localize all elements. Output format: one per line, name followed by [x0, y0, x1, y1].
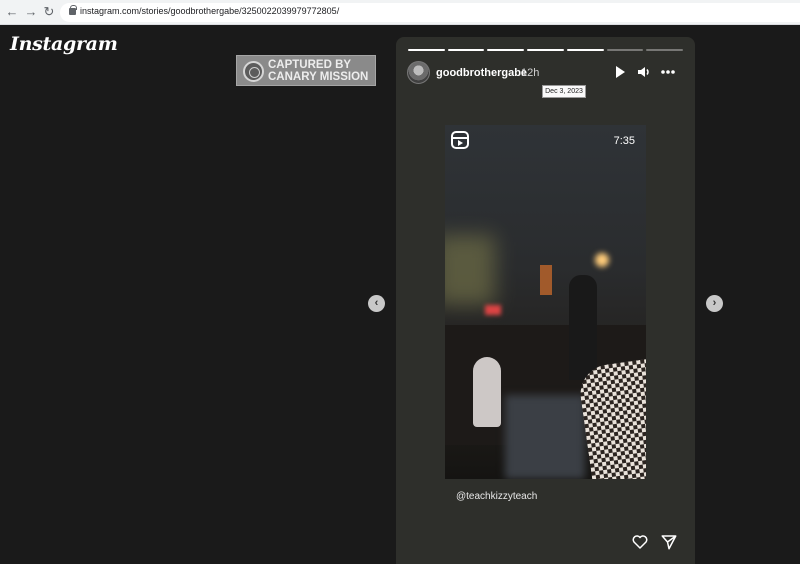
forward-icon[interactable]: → — [23, 4, 39, 20]
share-button[interactable] — [660, 533, 678, 551]
story-video[interactable]: 7:35 — [445, 125, 646, 479]
more-options-button[interactable] — [660, 64, 676, 80]
progress-segment — [487, 49, 525, 51]
video-person-white-coat — [473, 357, 501, 427]
progress-segment — [566, 49, 604, 51]
video-building-glow — [445, 235, 495, 305]
play-button[interactable] — [612, 64, 628, 80]
more-icon — [661, 70, 675, 74]
heart-icon — [632, 535, 648, 549]
watermark-text: CAPTURED BY CANARY MISSION — [268, 59, 376, 83]
video-flag — [540, 265, 552, 295]
send-icon — [661, 535, 677, 550]
date-tooltip: Dec 3, 2023 — [542, 85, 586, 98]
lock-icon[interactable] — [69, 5, 77, 15]
like-button[interactable] — [631, 533, 649, 551]
progress-segment — [447, 49, 485, 51]
video-road — [505, 395, 585, 479]
video-keffiyeh — [576, 358, 646, 479]
progress-segment — [646, 49, 684, 51]
avatar[interactable] — [407, 61, 430, 84]
reload-icon[interactable]: ↻ — [41, 4, 57, 20]
volume-icon — [638, 67, 649, 77]
reels-icon — [451, 131, 469, 149]
video-streetlight — [595, 253, 609, 267]
play-icon — [616, 66, 625, 78]
url-text[interactable]: instagram.com/stories/goodbrothergabe/32… — [80, 6, 339, 16]
seal-icon — [243, 61, 264, 82]
previous-story-button[interactable]: ‹ — [368, 295, 385, 312]
back-icon[interactable]: ← — [4, 4, 20, 20]
video-duration: 7:35 — [613, 135, 635, 147]
story-time[interactable]: 12h — [521, 67, 539, 79]
progress-segment — [606, 49, 644, 51]
browser-toolbar: ← → ↻ instagram.com/stories/goodbrotherg… — [0, 0, 800, 25]
progress-segment — [527, 49, 564, 51]
watermark-line1: CAPTURED BY — [268, 59, 352, 71]
progress-segment — [408, 49, 445, 51]
instagram-logo[interactable]: Instagram — [10, 33, 118, 55]
volume-button[interactable] — [636, 64, 652, 80]
story-progress-bar — [408, 49, 684, 51]
chevron-left-icon: ‹ — [374, 297, 379, 309]
story-username[interactable]: goodbrothergabe — [436, 67, 527, 79]
video-red-light — [485, 305, 501, 315]
mention-sticker[interactable]: @teachkizzyteach — [456, 491, 537, 502]
watermark-line2: CANARY MISSION — [268, 71, 369, 83]
canary-mission-watermark: CAPTURED BY CANARY MISSION — [236, 55, 376, 86]
story-viewer: goodbrothergabe 12h Dec 3, 2023 7:35 @te… — [396, 37, 695, 564]
next-story-button[interactable]: › — [706, 295, 723, 312]
video-standing-person — [569, 275, 597, 380]
chevron-right-icon: › — [712, 297, 717, 309]
